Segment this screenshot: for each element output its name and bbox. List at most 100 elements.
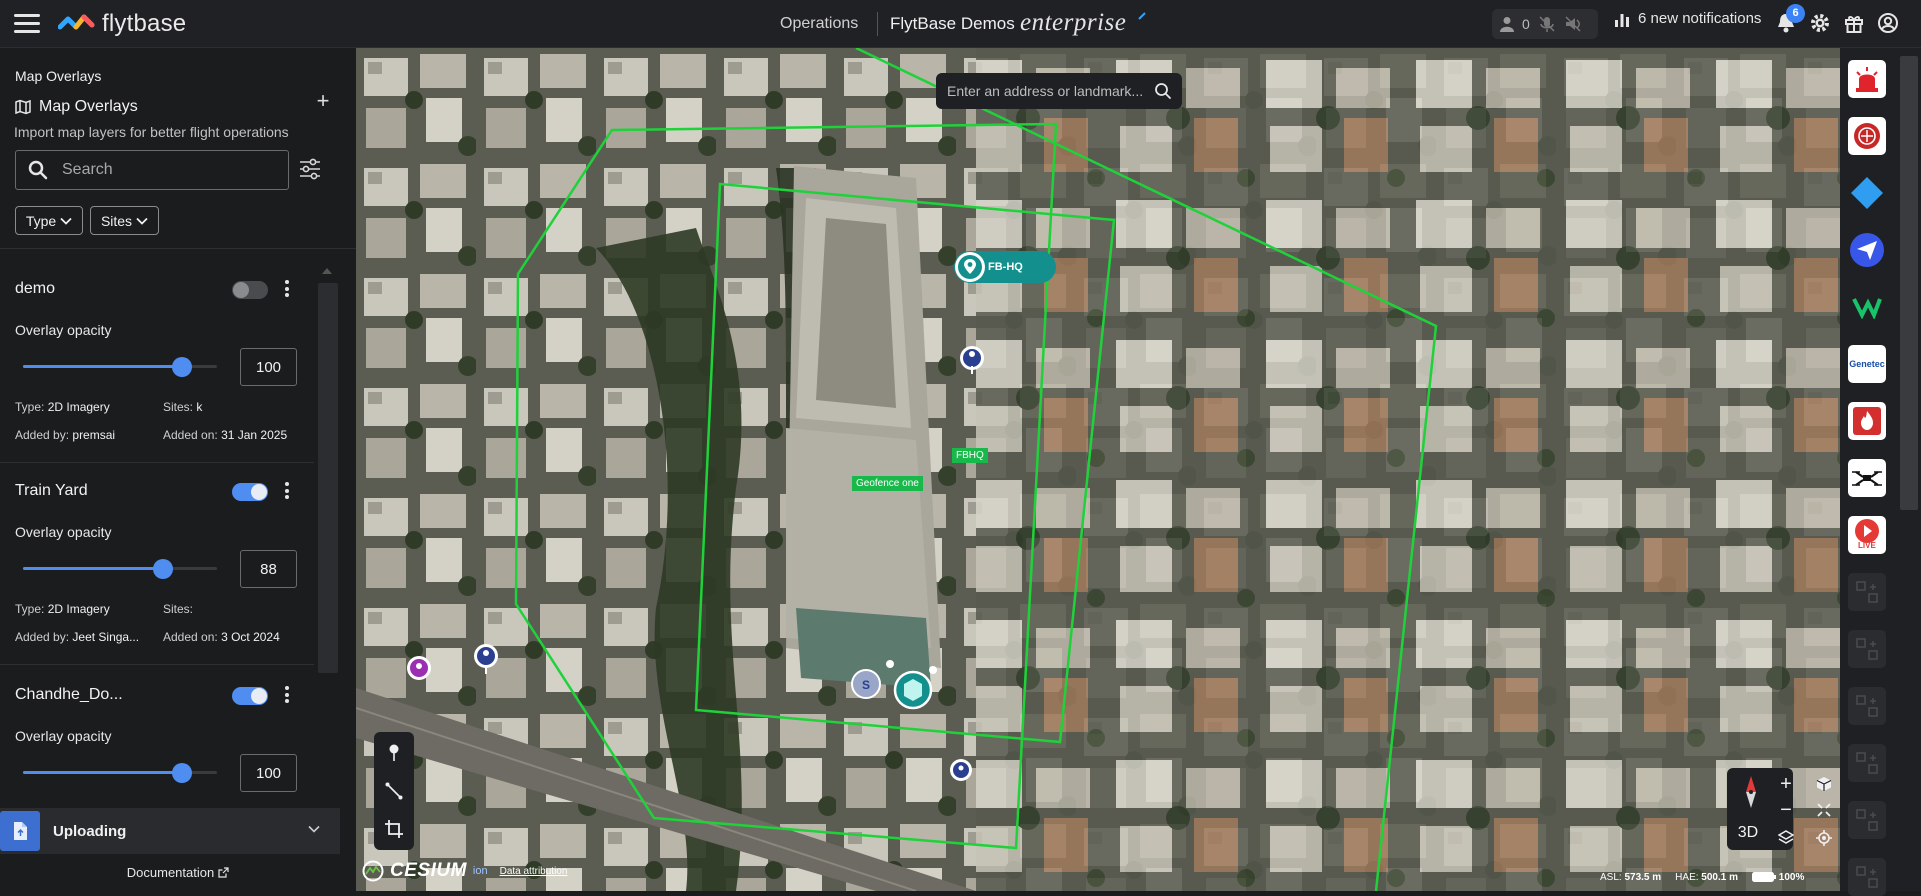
site-label-text: FB-HQ xyxy=(988,261,1023,273)
line-tool-button[interactable] xyxy=(374,772,414,810)
cesium-brand: CESIUM xyxy=(390,860,467,881)
overlay-sites: Sites: xyxy=(163,602,194,616)
panel-scrollbar[interactable] xyxy=(318,283,338,673)
zoom-in-button[interactable]: + xyxy=(1774,772,1798,796)
zoom-out-button[interactable]: − xyxy=(1774,798,1798,822)
documentation-link[interactable]: Documentation xyxy=(0,861,356,883)
scroll-up-arrow-icon[interactable] xyxy=(322,268,332,274)
opacity-value-field[interactable]: 88 xyxy=(240,550,297,588)
panel-subtitle: Import map layers for better flight oper… xyxy=(14,124,289,140)
filter-type-label: Type xyxy=(25,212,57,229)
filter-type-dropdown[interactable]: Type xyxy=(15,206,83,235)
empty-integration-slot[interactable] xyxy=(1848,744,1886,782)
data-attribution-link[interactable]: Data attribution xyxy=(500,866,568,877)
chevron-down-icon[interactable] xyxy=(308,825,320,833)
empty-integration-slot[interactable] xyxy=(1848,858,1886,896)
drawing-toolbar xyxy=(374,732,414,850)
slider-thumb[interactable] xyxy=(172,357,193,377)
nav-operations[interactable]: Operations xyxy=(780,15,858,33)
rail-scrollbar[interactable] xyxy=(1900,56,1918,510)
geofence-label-geofence-one[interactable]: Geofence one xyxy=(852,476,923,491)
empty-integration-slot[interactable] xyxy=(1848,801,1886,839)
speaker-off-icon[interactable] xyxy=(1564,15,1582,33)
cesium-attribution: CESIUM ion Data attribution xyxy=(362,860,567,882)
overlay-visibility-toggle[interactable] xyxy=(232,687,268,705)
opacity-slider[interactable] xyxy=(23,763,217,783)
satellite-map[interactable]: S FB-HQ FBHQ Geofence one xyxy=(356,48,1840,891)
search-input[interactable] xyxy=(62,161,262,179)
overlay-added-by: Added by: premsai xyxy=(15,428,116,442)
fire-alert-app-icon[interactable] xyxy=(1848,402,1886,440)
overlay-card-train-yard: Train Yard Overlay opacity 88 Type: 2D I… xyxy=(0,462,314,688)
documentation-label: Documentation xyxy=(126,864,215,880)
expand-icon xyxy=(1817,803,1831,817)
overlay-type: Type: 2D Imagery xyxy=(15,400,110,414)
va-app-icon[interactable] xyxy=(1848,288,1886,326)
view-mode-button[interactable]: 3D xyxy=(1727,818,1769,848)
map-pin-marker[interactable] xyxy=(407,656,431,680)
live-stream-app-icon[interactable]: LIVE xyxy=(1848,516,1886,554)
send-app-icon[interactable] xyxy=(1848,231,1886,269)
empty-integration-slot[interactable] xyxy=(1848,573,1886,611)
fullscreen-button[interactable] xyxy=(1812,798,1836,822)
empty-integration-slot[interactable] xyxy=(1848,687,1886,725)
filter-sites-dropdown[interactable]: Sites xyxy=(90,206,159,235)
opacity-value-field[interactable]: 100 xyxy=(240,348,297,386)
status-indicators[interactable]: 0 xyxy=(1492,9,1598,39)
overlay-more-menu-icon[interactable] xyxy=(282,482,292,502)
siren-app-icon[interactable] xyxy=(1848,60,1886,98)
address-search-input[interactable] xyxy=(947,83,1145,99)
3d-box-button[interactable] xyxy=(1812,772,1836,796)
notifications-summary[interactable]: 6 new notifications xyxy=(1614,10,1761,27)
opacity-slider[interactable] xyxy=(23,357,217,377)
bar-chart-icon xyxy=(1615,13,1629,27)
overlay-card-demo: demo Overlay opacity 100 Type: 2D Imager… xyxy=(0,258,314,484)
divider xyxy=(0,248,356,249)
filter-settings-icon[interactable] xyxy=(299,158,321,180)
fire-alarm-app-icon[interactable] xyxy=(1848,117,1886,155)
opacity-slider[interactable] xyxy=(23,559,217,579)
menu-icon[interactable] xyxy=(14,14,40,34)
gear-icon[interactable] xyxy=(1809,12,1831,34)
overlay-visibility-toggle[interactable] xyxy=(232,281,268,299)
flytbase-logo[interactable]: flytbase xyxy=(58,10,186,37)
slider-thumb[interactable] xyxy=(153,559,174,579)
map-pin-marker[interactable] xyxy=(950,759,972,781)
drone-app-icon[interactable] xyxy=(1848,459,1886,497)
add-overlay-button[interactable]: + xyxy=(312,90,334,112)
polygon-tool-button[interactable] xyxy=(374,810,414,848)
genetec-app-icon[interactable]: Genetec xyxy=(1848,345,1886,383)
opacity-label: Overlay opacity xyxy=(15,322,112,338)
overlay-added-by: Added by: Jeet Singa... xyxy=(15,630,140,644)
overlay-visibility-toggle[interactable] xyxy=(232,483,268,501)
opacity-value-field[interactable]: 100 xyxy=(240,754,297,792)
overlay-search[interactable] xyxy=(15,150,289,190)
mic-off-icon[interactable] xyxy=(1538,15,1556,33)
upload-status-bar[interactable]: Uploading xyxy=(0,808,340,854)
pin-tool-button[interactable] xyxy=(374,734,414,772)
opacity-label: Overlay opacity xyxy=(15,524,112,540)
site-label-fb-hq[interactable]: FB-HQ xyxy=(954,251,1056,283)
compass-icon[interactable] xyxy=(1731,772,1771,812)
overlay-more-menu-icon[interactable] xyxy=(282,686,292,706)
map-imagery: S xyxy=(356,48,1840,891)
diamond-app-icon[interactable] xyxy=(1848,174,1886,212)
user-account-icon[interactable] xyxy=(1877,12,1899,34)
plan-label: enterprise xyxy=(1020,9,1127,36)
overlay-added-on: Added on: 3 Oct 2024 xyxy=(163,630,280,644)
external-link-icon xyxy=(218,866,229,878)
empty-integration-slot[interactable] xyxy=(1848,630,1886,668)
gift-icon[interactable] xyxy=(1843,12,1865,34)
search-icon xyxy=(28,160,48,180)
locate-button[interactable] xyxy=(1812,826,1836,850)
person-count: 0 xyxy=(1522,16,1530,32)
svg-text:S: S xyxy=(862,678,870,692)
search-icon[interactable] xyxy=(1154,82,1172,100)
layers-button[interactable] xyxy=(1774,826,1798,850)
org-name[interactable]: FlytBase Demos xyxy=(890,14,1015,34)
nav-divider xyxy=(877,12,878,36)
address-search[interactable] xyxy=(936,73,1182,109)
geofence-label-fbhq[interactable]: FBHQ xyxy=(952,448,988,463)
slider-thumb[interactable] xyxy=(172,763,193,783)
overlay-more-menu-icon[interactable] xyxy=(282,280,292,300)
